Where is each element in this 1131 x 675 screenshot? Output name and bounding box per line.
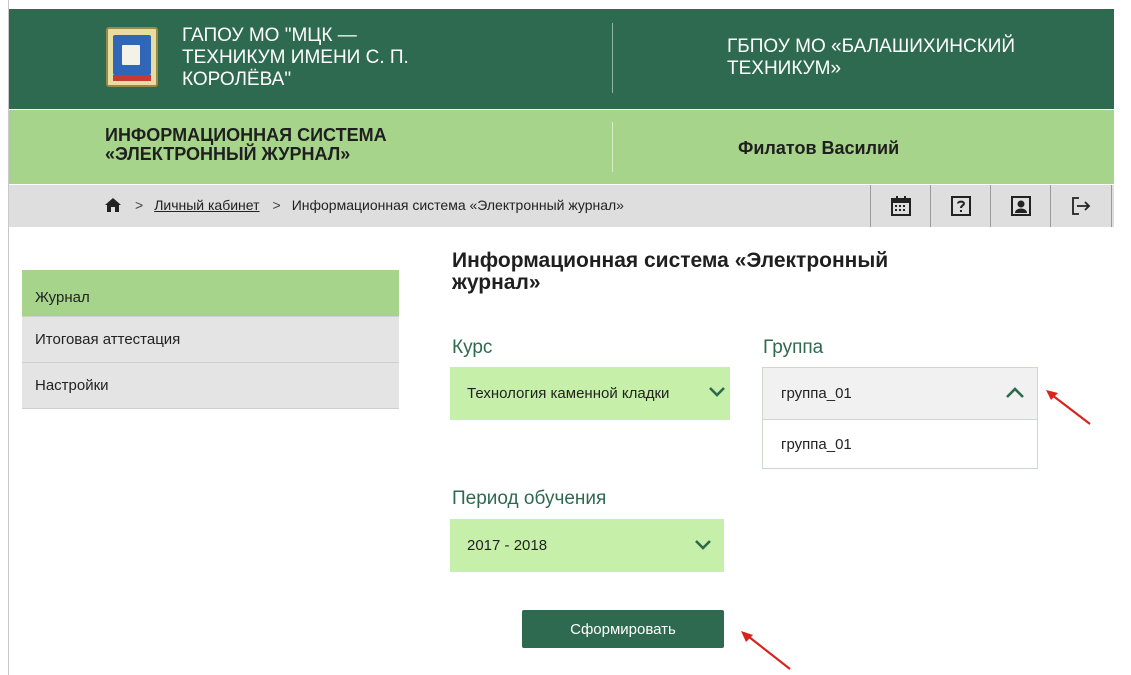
breadcrumb-separator: > [135, 197, 144, 213]
calendar-button[interactable] [870, 185, 930, 227]
group-dropdown: группа_01 [762, 420, 1038, 469]
breadcrumb: > Личный кабинет > Информационная систем… [104, 197, 624, 213]
logout-icon [1072, 197, 1091, 215]
help-button[interactable] [930, 185, 990, 227]
calendar-icon [890, 196, 911, 216]
course-label: Курс [452, 337, 493, 358]
course-select-value: Технология каменной кладки [467, 385, 670, 402]
annotation-arrow-icon [741, 631, 791, 670]
generate-button[interactable]: Сформировать [522, 610, 724, 648]
toolbar [870, 185, 1112, 227]
chevron-up-icon [1006, 387, 1024, 398]
breadcrumb-current: Информационная система «Электронный журн… [291, 197, 624, 213]
home-icon[interactable] [104, 197, 122, 213]
chevron-down-icon [695, 540, 711, 550]
breadcrumb-link-cabinet[interactable]: Личный кабинет [154, 197, 259, 213]
sidebar: Журнал Итоговая аттестация Настройки [22, 270, 399, 409]
header-divider [612, 23, 613, 93]
group-select[interactable]: группа_01 [762, 367, 1038, 420]
sidebar-item-journal[interactable]: Журнал [22, 270, 399, 317]
page-title: Информационная система «Электронный журн… [452, 249, 889, 294]
org-name-right[interactable]: ГБПОУ МО «БАЛАШИХИНСКИЙ ТЕХНИКУМ» [727, 36, 1107, 80]
period-label: Период обучения [452, 488, 607, 509]
annotation-arrow-icon [1046, 390, 1091, 425]
period-select-value: 2017 - 2018 [467, 537, 548, 554]
period-select[interactable]: 2017 - 2018 [450, 519, 724, 572]
logout-button[interactable] [1050, 185, 1112, 227]
college-emblem-logo[interactable] [106, 27, 158, 87]
system-title: ИНФОРМАЦИОННАЯ СИСТЕМА «ЭЛЕКТРОННЫЙ ЖУРН… [105, 125, 387, 164]
course-select[interactable]: Технология каменной кладки [450, 367, 730, 420]
system-bar-divider [612, 122, 613, 172]
help-icon [950, 196, 971, 216]
system-bar: ИНФОРМАЦИОННАЯ СИСТЕМА «ЭЛЕКТРОННЫЙ ЖУРН… [9, 110, 1114, 184]
top-header: ГАПОУ МО "МЦК — ТЕХНИКУМ ИМЕНИ С. П. КОР… [9, 9, 1114, 109]
group-select-value: группа_01 [781, 385, 852, 402]
profile-button[interactable] [990, 185, 1050, 227]
group-label: Группа [763, 337, 824, 358]
group-option[interactable]: группа_01 [763, 420, 1037, 453]
breadcrumb-separator: > [272, 197, 281, 213]
sidebar-item-settings[interactable]: Настройки [22, 363, 399, 409]
breadcrumb-bar: > Личный кабинет > Информационная систем… [9, 185, 1114, 227]
chevron-down-icon [709, 387, 725, 397]
org-name-left[interactable]: ГАПОУ МО "МЦК — ТЕХНИКУМ ИМЕНИ С. П. КОР… [182, 25, 482, 91]
user-name[interactable]: Филатов Василий [738, 138, 899, 159]
profile-icon [1010, 196, 1031, 216]
sidebar-item-final-attestation[interactable]: Итоговая аттестация [22, 317, 399, 363]
